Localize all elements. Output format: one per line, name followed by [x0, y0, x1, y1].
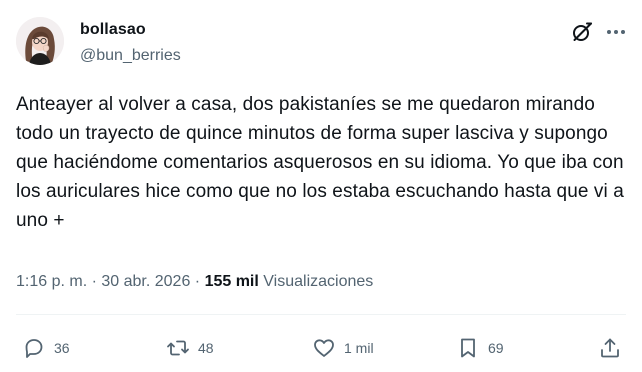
reply-icon — [25, 339, 43, 358]
like-count: 1 mil — [344, 340, 374, 356]
divider — [16, 314, 626, 315]
tweet-text: Anteayer al volver a casa, dos pakistaní… — [16, 94, 630, 231]
like-button[interactable]: 1 mil — [312, 336, 374, 360]
meta-separator: · — [87, 273, 102, 290]
author-display-name[interactable]: bollasao — [80, 20, 146, 40]
tweet-time[interactable]: 1:16 p. m. — [16, 273, 87, 290]
author-handle[interactable]: @bun_berries — [80, 46, 181, 66]
more-options-icon[interactable] — [604, 20, 628, 44]
heart-icon — [314, 339, 334, 357]
bookmark-count: 69 — [488, 340, 504, 356]
views-count: 155 mil — [204, 273, 259, 290]
meta-separator: · — [190, 273, 205, 290]
reply-button[interactable]: 36 — [22, 336, 70, 360]
views-label: Visualizaciones — [263, 273, 374, 290]
retweet-count: 48 — [198, 340, 214, 356]
bookmark-icon — [461, 338, 475, 358]
avatar-illustration-icon — [16, 17, 64, 65]
avatar[interactable] — [16, 17, 64, 65]
tweet-card: bollasao @bun_berries Anteayer al volver… — [0, 0, 642, 372]
reply-count: 36 — [54, 340, 70, 356]
share-button[interactable] — [598, 336, 622, 360]
share-icon — [601, 338, 619, 358]
retweet-button[interactable]: 48 — [166, 336, 214, 360]
bookmark-button[interactable]: 69 — [456, 336, 504, 360]
more-options-glyph — [607, 30, 625, 34]
retweet-icon — [167, 340, 189, 356]
tweet-meta: 1:16 p. m. · 30 abr. 2026 · 155 mil Visu… — [16, 272, 373, 292]
grok-icon[interactable] — [570, 20, 594, 44]
grok-icon-glyph — [573, 22, 592, 41]
tweet-date[interactable]: 30 abr. 2026 — [101, 273, 190, 290]
